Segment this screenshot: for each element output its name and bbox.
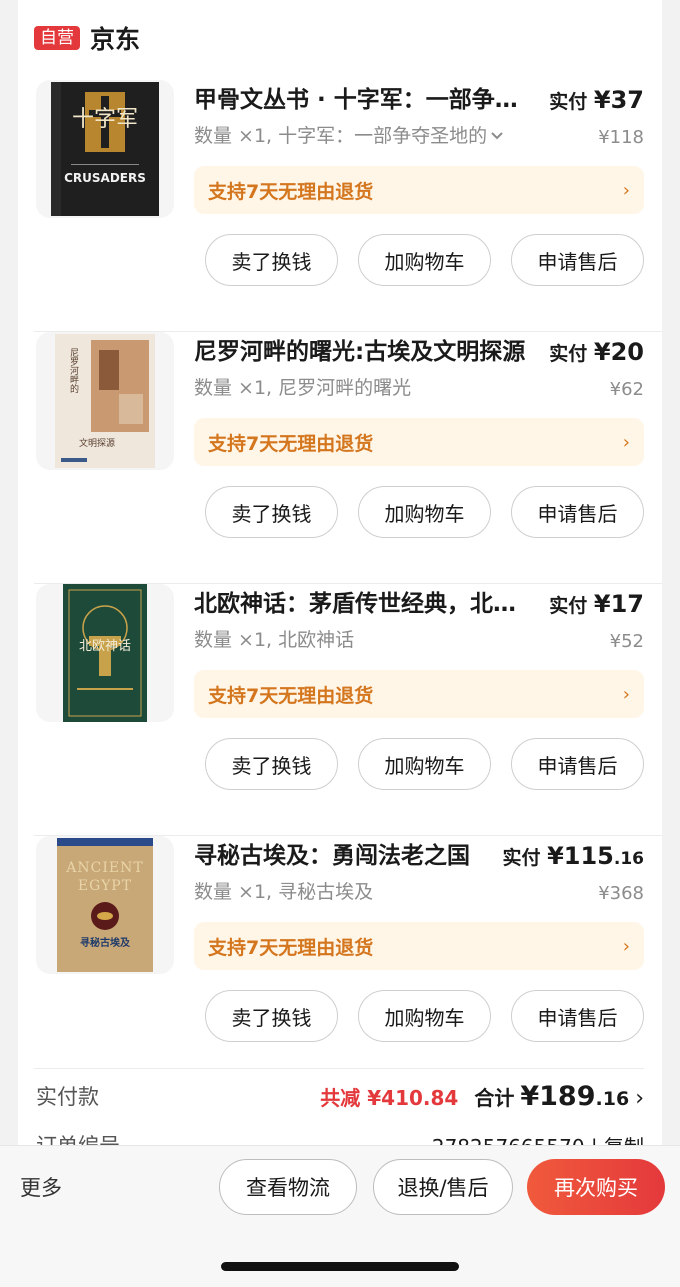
sell-for-cash-button[interactable]: 卖了换钱 — [205, 234, 338, 286]
chevron-right-icon[interactable]: › — [635, 1086, 644, 1111]
svg-text:EGYPT: EGYPT — [78, 878, 132, 894]
add-to-cart-button[interactable]: 加购物车 — [358, 486, 491, 538]
svg-text:寻秘古埃及: 寻秘古埃及 — [80, 936, 131, 949]
paid-amount-label: 实付款 — [36, 1085, 99, 1109]
original-price: ¥52 — [609, 631, 644, 652]
return-policy-bar[interactable]: 支持7天无理由退货 › — [194, 670, 644, 718]
return-policy-bar[interactable]: 支持7天无理由退货 › — [194, 166, 644, 214]
svg-text:ANCIENT: ANCIENT — [65, 860, 143, 876]
product-image[interactable]: 尼罗河畔的 文明探源 — [36, 332, 174, 470]
add-to-cart-button[interactable]: 加购物车 — [358, 738, 491, 790]
product-image[interactable]: 北欧神话 — [36, 584, 174, 722]
order-item[interactable]: 尼罗河畔的 文明探源 尼罗河畔的曙光:古埃及文明探源 实付 ¥20 数量 ×1,… — [18, 332, 662, 584]
self-operated-badge: 自营 — [34, 26, 80, 50]
order-item[interactable]: ANCIENT EGYPT 寻秘古埃及 寻秘古埃及：勇闯法老之国 实付 ¥115… — [18, 836, 662, 1088]
order-item[interactable]: 十字军 CRUSADERS 甲骨文丛书 · 十字军：一部争… 实付 ¥37 数量… — [18, 80, 662, 332]
svg-text:北欧神话: 北欧神话 — [79, 639, 131, 654]
book-cover-norse: 北欧神话 — [63, 584, 147, 722]
product-spec[interactable]: 数量 ×1, 寻秘古埃及 — [194, 878, 534, 906]
order-card: 自营 京东 十字军 CRUSADERS 甲骨文丛书 · 十字军：一部争… 实付 … — [18, 0, 662, 1160]
paid-price: 实付 ¥17 — [549, 590, 644, 618]
product-image[interactable]: ANCIENT EGYPT 寻秘古埃及 — [36, 836, 174, 974]
apply-after-sale-button[interactable]: 申请售后 — [511, 486, 644, 538]
product-spec[interactable]: 数量 ×1, 十字军：一部争夺圣地的 — [194, 122, 534, 150]
book-cover-nile: 尼罗河畔的 文明探源 — [55, 334, 155, 468]
book-cover-crusaders: 十字军 CRUSADERS — [51, 82, 159, 216]
apply-after-sale-button[interactable]: 申请售后 — [511, 738, 644, 790]
product-title[interactable]: 北欧神话：茅盾传世经典，北… — [194, 588, 534, 620]
divider — [34, 1068, 644, 1069]
product-title[interactable]: 甲骨文丛书 · 十字军：一部争… — [194, 84, 534, 116]
add-to-cart-button[interactable]: 加购物车 — [358, 234, 491, 286]
total-breakdown[interactable]: 共减 ¥410.84 合计 ¥189.16 › — [320, 1081, 644, 1112]
product-spec[interactable]: 数量 ×1, 尼罗河畔的曙光 — [194, 374, 534, 402]
return-policy-bar[interactable]: 支持7天无理由退货 › — [194, 922, 644, 970]
chevron-right-icon: › — [622, 431, 630, 453]
original-price: ¥118 — [598, 127, 644, 148]
svg-text:文明探源: 文明探源 — [79, 437, 115, 449]
return-after-sale-button[interactable]: 退换/售后 — [373, 1159, 513, 1215]
sell-for-cash-button[interactable]: 卖了换钱 — [205, 486, 338, 538]
svg-text:十字军: 十字军 — [72, 107, 138, 132]
paid-price: 实付 ¥20 — [549, 338, 644, 366]
add-to-cart-button[interactable]: 加购物车 — [358, 990, 491, 1042]
chevron-down-icon[interactable] — [489, 130, 505, 142]
chevron-right-icon: › — [622, 683, 630, 705]
chevron-right-icon: › — [622, 179, 630, 201]
payment-summary[interactable]: 实付款 共减 ¥410.84 合计 ¥189.16 › — [36, 1078, 644, 1114]
buy-again-button[interactable]: 再次购买 — [527, 1159, 665, 1215]
product-title[interactable]: 尼罗河畔的曙光:古埃及文明探源 — [194, 336, 534, 368]
shop-header[interactable]: 自营 京东 — [34, 20, 140, 56]
svg-text:尼罗河畔的: 尼罗河畔的 — [68, 348, 79, 394]
book-cover-egypt: ANCIENT EGYPT 寻秘古埃及 — [57, 838, 153, 972]
product-spec[interactable]: 数量 ×1, 北欧神话 — [194, 626, 534, 654]
apply-after-sale-button[interactable]: 申请售后 — [511, 234, 644, 286]
sell-for-cash-button[interactable]: 卖了换钱 — [205, 738, 338, 790]
chevron-right-icon: › — [622, 935, 630, 957]
original-price: ¥62 — [609, 379, 644, 400]
discount-total: 共减 ¥410.84 — [320, 1085, 459, 1110]
product-image[interactable]: 十字军 CRUSADERS — [36, 80, 174, 218]
paid-price: 实付 ¥115.16 — [502, 842, 644, 870]
total-amount: ¥189 — [520, 1080, 596, 1112]
sell-for-cash-button[interactable]: 卖了换钱 — [205, 990, 338, 1042]
return-policy-bar[interactable]: 支持7天无理由退货 › — [194, 418, 644, 466]
product-title[interactable]: 寻秘古埃及：勇闯法老之国 — [194, 840, 504, 872]
view-logistics-button[interactable]: 查看物流 — [219, 1159, 357, 1215]
original-price: ¥368 — [598, 883, 644, 904]
svg-text:CRUSADERS: CRUSADERS — [64, 171, 146, 185]
apply-after-sale-button[interactable]: 申请售后 — [511, 990, 644, 1042]
order-item[interactable]: 北欧神话 北欧神话：茅盾传世经典，北… 实付 ¥17 数量 ×1, 北欧神话 ¥… — [18, 584, 662, 836]
shop-name[interactable]: 京东 — [90, 20, 140, 56]
more-button[interactable]: 更多 — [20, 1170, 62, 1206]
home-indicator — [221, 1262, 459, 1271]
paid-price: 实付 ¥37 — [549, 86, 644, 114]
total-label: 合计 — [474, 1085, 515, 1110]
bottom-action-bar: 更多 查看物流 退换/售后 再次购买 — [0, 1145, 680, 1287]
